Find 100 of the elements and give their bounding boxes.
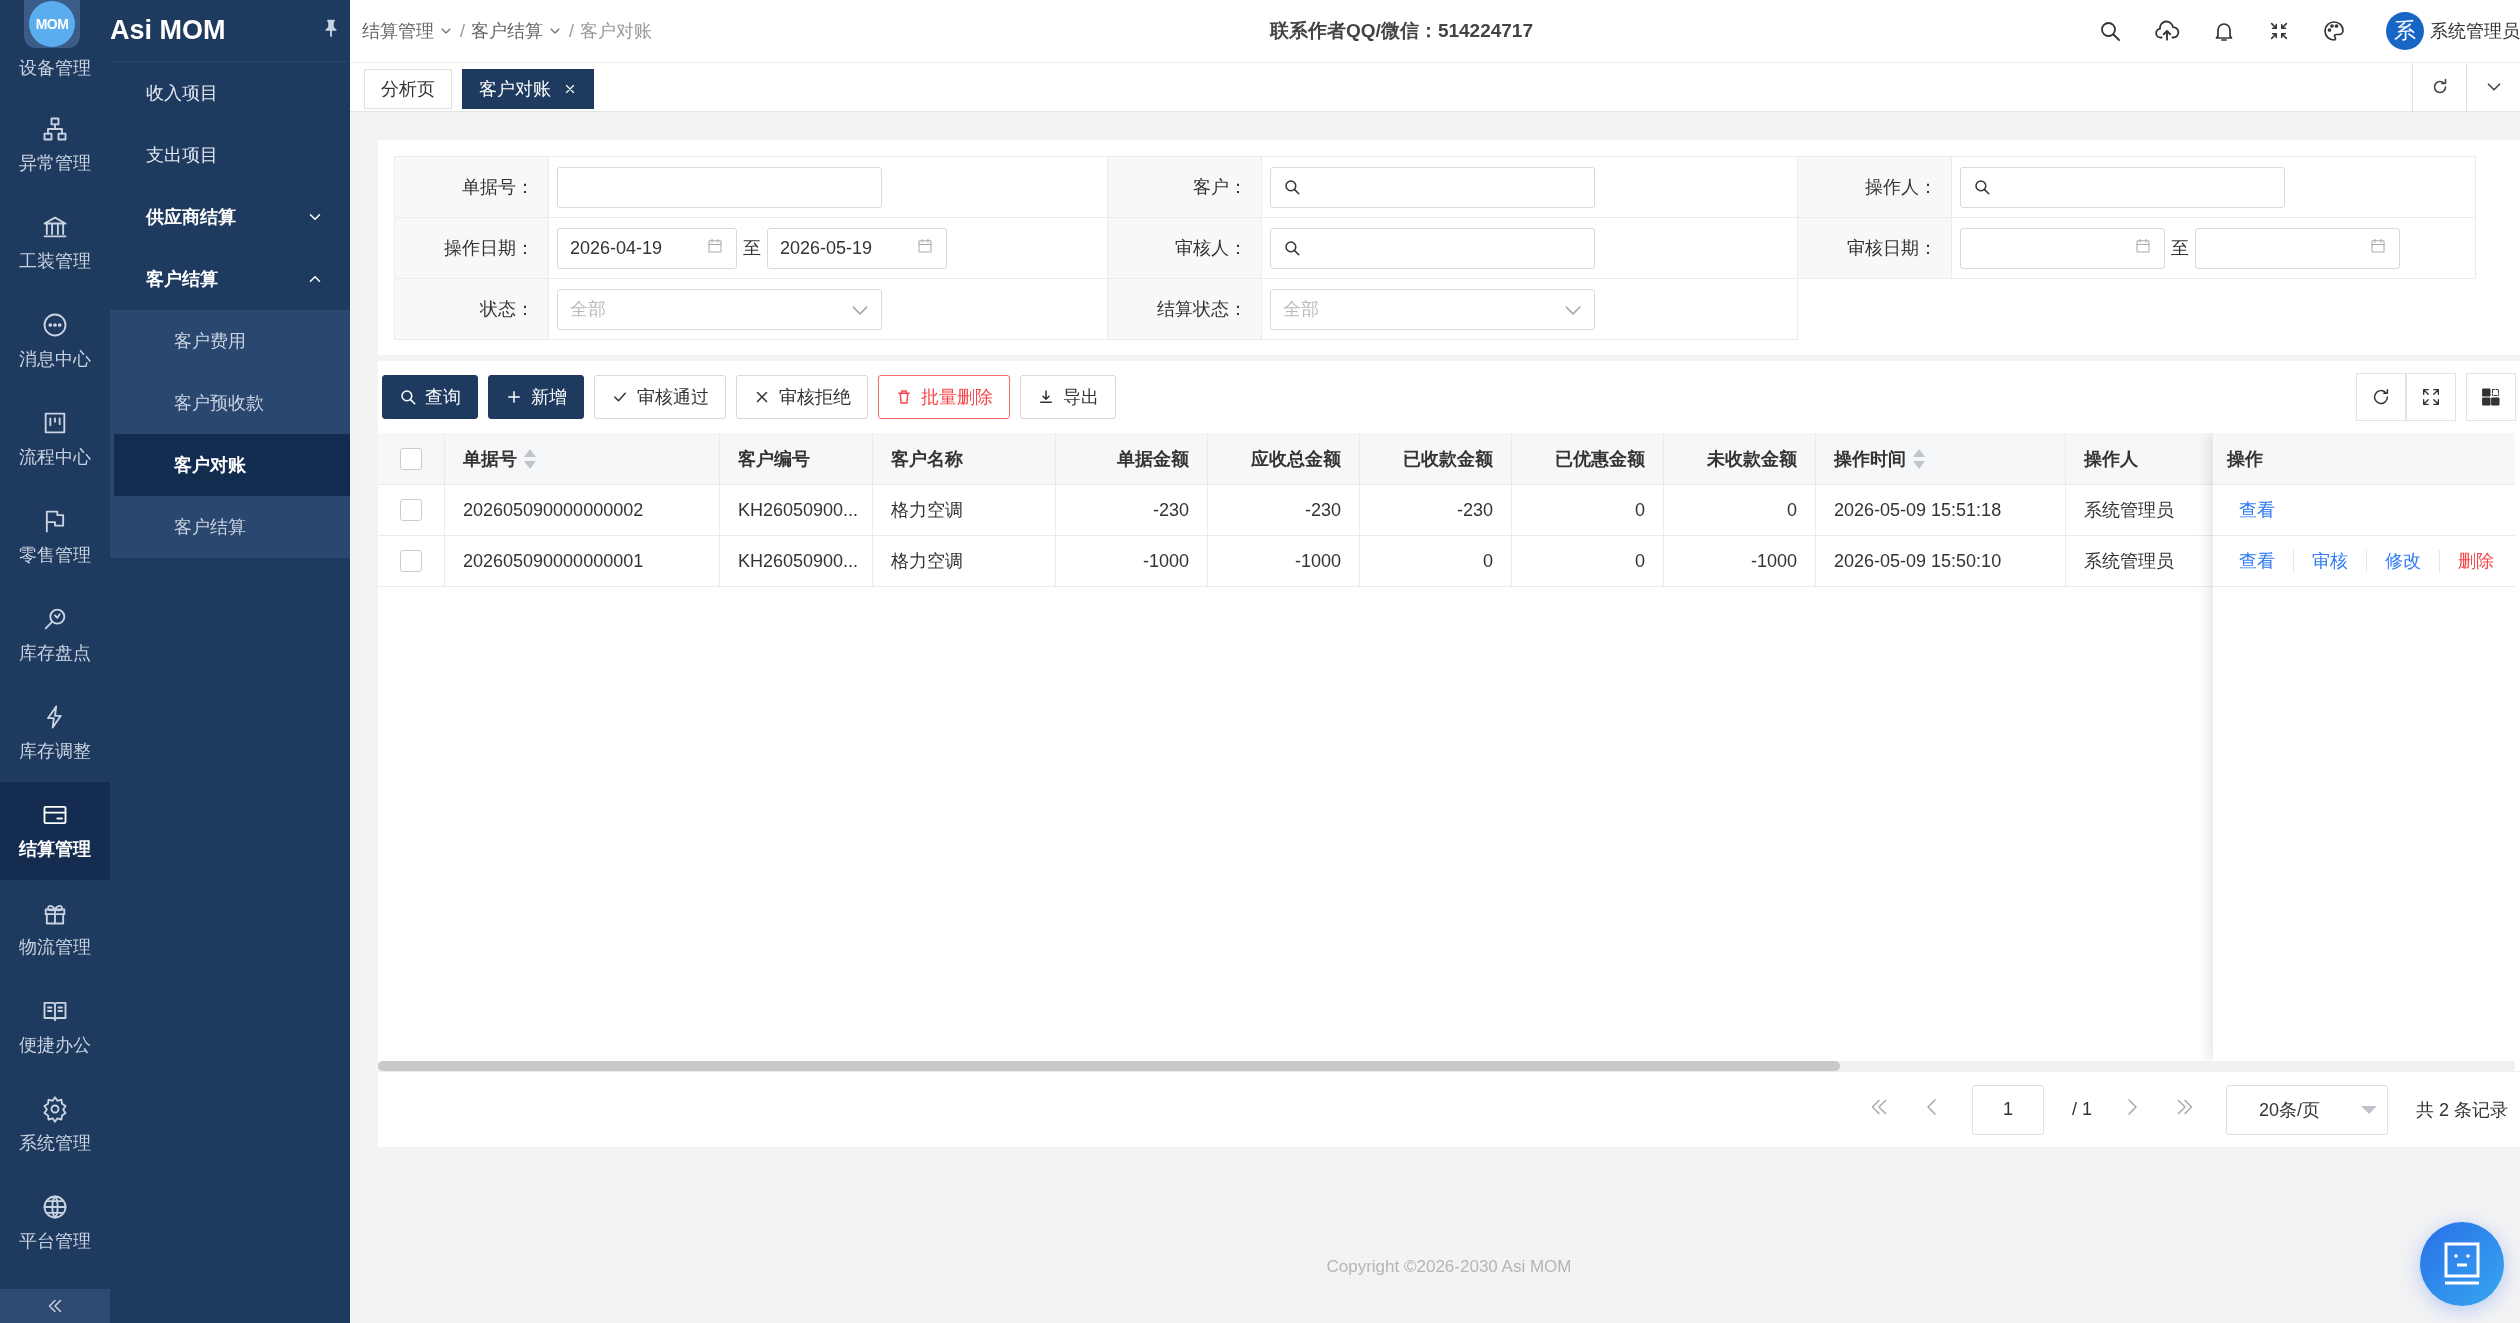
action-button[interactable]: 审核通过 bbox=[594, 375, 726, 419]
download-icon bbox=[1037, 388, 1055, 406]
tab[interactable]: 分析页 bbox=[364, 69, 452, 109]
submenu-item[interactable]: 支出项目 bbox=[110, 124, 350, 186]
submenu-item[interactable]: 客户结算 bbox=[110, 248, 350, 310]
nav-item[interactable]: 工装管理 bbox=[0, 194, 110, 292]
nav-item[interactable]: 平台管理 bbox=[0, 1174, 110, 1272]
plus-icon bbox=[505, 388, 523, 406]
search-icon bbox=[1283, 178, 1301, 196]
action-button[interactable]: 批量删除 bbox=[878, 375, 1010, 419]
chat-icon bbox=[41, 311, 69, 339]
nav-item[interactable]: 异常管理 bbox=[0, 96, 110, 194]
breadcrumb-separator: / bbox=[569, 20, 575, 42]
nav-label: 库存盘点 bbox=[19, 642, 91, 665]
field-label: 单据号： bbox=[395, 157, 549, 217]
action-link[interactable]: 删除 bbox=[2439, 550, 2512, 572]
nav-item[interactable]: 结算管理 bbox=[0, 782, 110, 880]
table-cell: 0 bbox=[1483, 550, 1493, 572]
submenu-item[interactable]: 客户对账 bbox=[114, 434, 350, 496]
fullscreen-icon[interactable] bbox=[2268, 20, 2290, 42]
submenu-item[interactable]: 收入项目 bbox=[110, 62, 350, 124]
nav-item[interactable]: 物流管理 bbox=[0, 880, 110, 978]
scrollbar[interactable] bbox=[378, 1061, 2515, 1071]
page-total: / 1 bbox=[2071, 1099, 2092, 1120]
column-header: 未收款金额 bbox=[1707, 447, 1797, 471]
nav-item[interactable]: 设备管理 bbox=[0, 56, 110, 96]
action-link[interactable]: 查看 bbox=[2227, 550, 2293, 572]
column-header: 客户编号 bbox=[738, 447, 810, 471]
submenu-item[interactable]: 供应商结算 bbox=[110, 186, 350, 248]
search-icon bbox=[399, 388, 417, 406]
action-button[interactable]: 新增 bbox=[488, 375, 584, 419]
date-field[interactable] bbox=[2195, 227, 2400, 269]
settings-icon bbox=[41, 1095, 69, 1123]
nav-label: 物流管理 bbox=[19, 936, 91, 959]
action-button[interactable]: 导出 bbox=[1020, 375, 1116, 419]
date-field[interactable] bbox=[1960, 227, 2165, 269]
checkbox[interactable] bbox=[400, 499, 422, 521]
fullscreen-button[interactable] bbox=[2406, 373, 2456, 421]
user-name[interactable]: 系统管理员 bbox=[2430, 19, 2520, 43]
copyright-text: Copyright ©2026-2030 Asi MOM bbox=[1326, 1257, 1572, 1277]
palette-icon[interactable] bbox=[2322, 19, 2346, 43]
nav-item[interactable]: 消息中心 bbox=[0, 292, 110, 390]
action-link[interactable]: 修改 bbox=[2366, 550, 2439, 572]
nav-label: 便捷办公 bbox=[19, 1034, 91, 1057]
sort-icon[interactable] bbox=[523, 447, 537, 470]
action-button[interactable]: 查询 bbox=[382, 375, 478, 419]
sort-icon[interactable] bbox=[1912, 447, 1926, 470]
nav-label: 结算管理 bbox=[19, 838, 91, 861]
refresh-button[interactable] bbox=[2356, 373, 2406, 421]
action-button[interactable]: 审核拒绝 bbox=[736, 375, 868, 419]
nav-label: 平台管理 bbox=[19, 1230, 91, 1253]
breadcrumb-item[interactable]: 结算管理 bbox=[362, 19, 454, 43]
submenu-item[interactable]: 客户结算 bbox=[114, 496, 350, 558]
checkbox[interactable] bbox=[400, 447, 422, 470]
field-label: 审核人： bbox=[1108, 218, 1262, 278]
close-icon[interactable] bbox=[563, 82, 577, 96]
collapse-button[interactable] bbox=[0, 1289, 110, 1323]
nav-item[interactable]: 库存盘点 bbox=[0, 586, 110, 684]
nav-item[interactable]: 便捷办公 bbox=[0, 978, 110, 1076]
table-cell: KH26050900... bbox=[738, 499, 859, 521]
nav-item[interactable]: 系统管理 bbox=[0, 1076, 110, 1174]
table-cell: -230 bbox=[1456, 499, 1493, 521]
search-field[interactable] bbox=[1270, 227, 1595, 269]
search-field[interactable] bbox=[1960, 166, 2285, 208]
nav-label: 零售管理 bbox=[19, 544, 91, 567]
nav-label: 系统管理 bbox=[19, 1132, 91, 1155]
column-header: 操作时间 bbox=[1834, 447, 1906, 471]
column-header: 已收款金额 bbox=[1403, 447, 1493, 471]
page-size-select[interactable]: 20条/页 bbox=[2226, 1084, 2388, 1135]
page-input[interactable]: 1 bbox=[1971, 1084, 2044, 1135]
breadcrumb-item[interactable]: 客户结算 bbox=[471, 19, 563, 43]
search-field[interactable] bbox=[1270, 166, 1595, 208]
action-link[interactable]: 查看 bbox=[2227, 499, 2293, 521]
input-field[interactable] bbox=[557, 166, 882, 208]
calendar-icon bbox=[2369, 236, 2387, 255]
column-settings-button[interactable] bbox=[2466, 373, 2516, 421]
nav-item[interactable]: 零售管理 bbox=[0, 488, 110, 586]
avatar[interactable]: 系 bbox=[2386, 12, 2424, 50]
date-field[interactable]: 2026-05-19 bbox=[767, 227, 947, 269]
nav-item[interactable]: 流程中心 bbox=[0, 390, 110, 488]
chevron-down-icon bbox=[851, 305, 869, 315]
table-cell: -230 bbox=[1304, 499, 1341, 521]
search-icon[interactable] bbox=[2098, 19, 2122, 43]
column-header: 操作人 bbox=[2084, 447, 2138, 471]
date-field[interactable]: 2026-04-19 bbox=[557, 227, 737, 269]
checkbox[interactable] bbox=[400, 550, 422, 572]
header-cell[interactable]: 操作时间 bbox=[1816, 433, 2066, 484]
submenu-item[interactable]: 客户预收款 bbox=[114, 372, 350, 434]
table-cell: KH26050900... bbox=[738, 550, 859, 572]
nav-label: 库存调整 bbox=[19, 740, 91, 763]
expand-icon bbox=[2420, 386, 2442, 408]
field-label: 客户： bbox=[1108, 157, 1262, 217]
header-cell[interactable]: 单据号 bbox=[445, 433, 720, 484]
nav-item[interactable]: 库存调整 bbox=[0, 684, 110, 782]
table-cell: 0 bbox=[1635, 550, 1645, 572]
tab[interactable]: 客户对账 bbox=[462, 69, 594, 109]
submenu-item[interactable]: 客户费用 bbox=[114, 310, 350, 372]
action-link[interactable]: 审核 bbox=[2293, 550, 2366, 572]
field-label: 操作人： bbox=[1798, 157, 1952, 217]
search-icon bbox=[1283, 239, 1301, 257]
